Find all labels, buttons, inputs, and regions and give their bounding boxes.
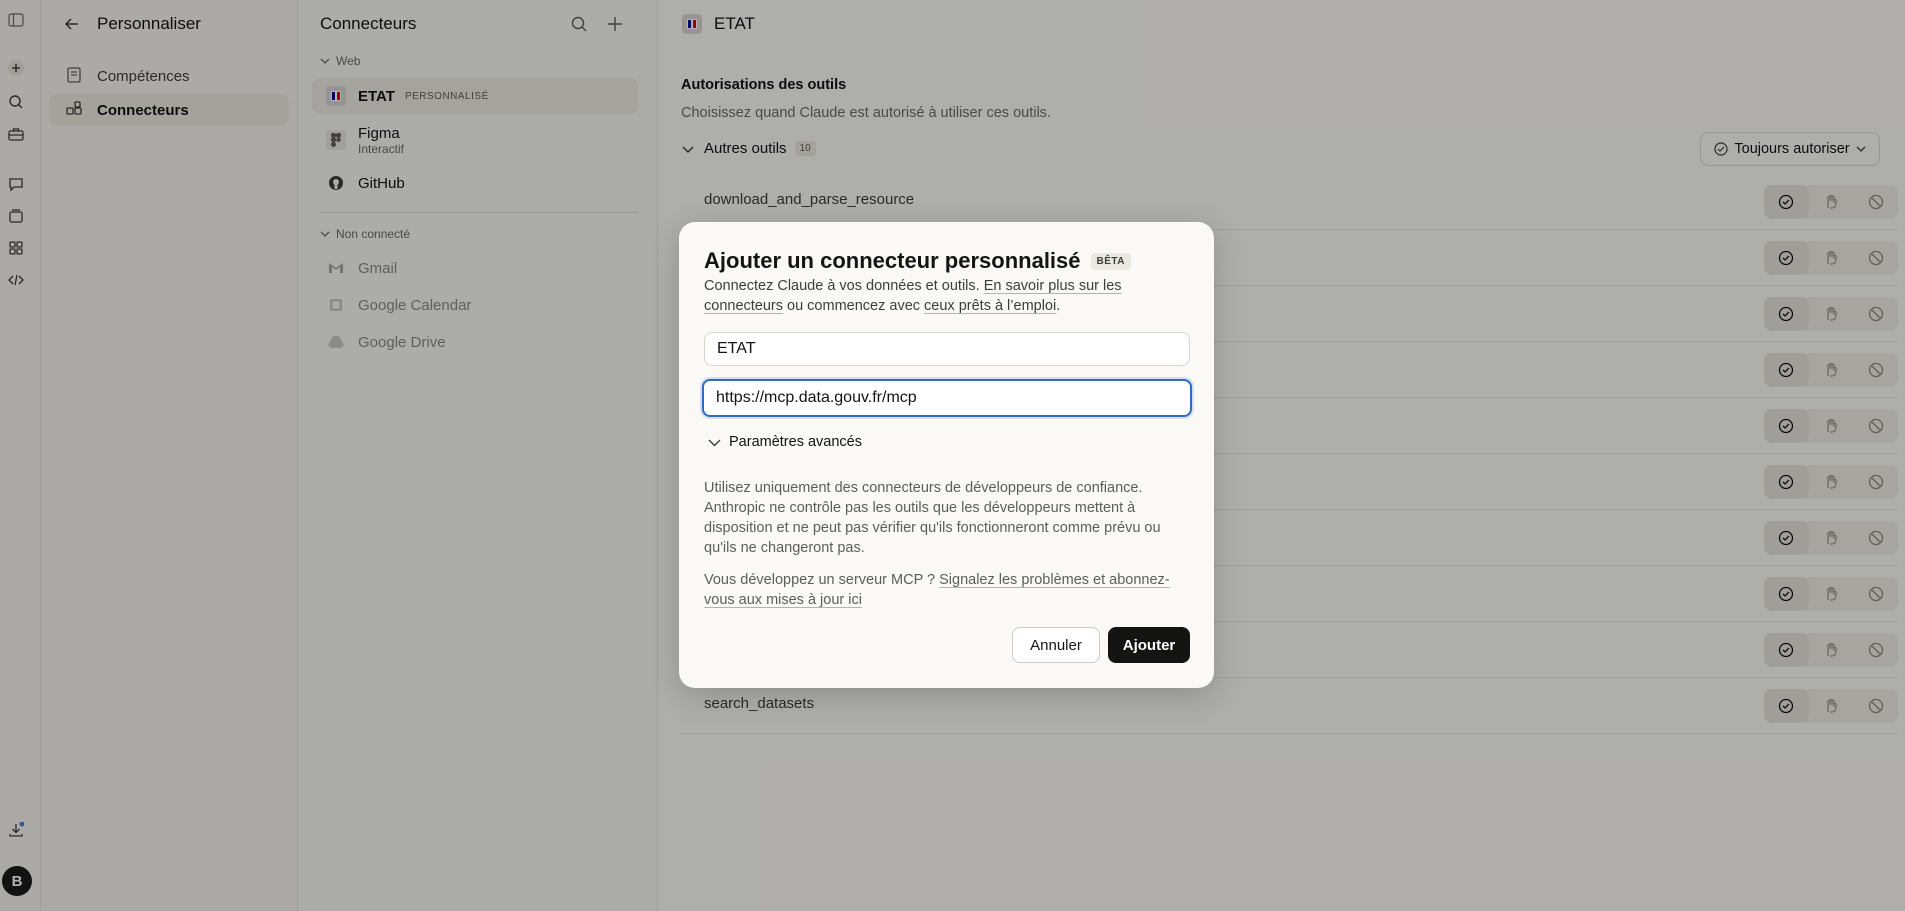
beta-badge: BÊTA bbox=[1090, 252, 1131, 270]
trust-warning: Utilisez uniquement des connecteurs de d… bbox=[704, 480, 1161, 556]
connector-url-field[interactable] bbox=[702, 379, 1192, 417]
ready-made-link[interactable]: ceux prêts à l’emploi bbox=[924, 298, 1056, 314]
desc-text: Connectez Claude à vos données et outils… bbox=[704, 278, 984, 294]
connector-name-field[interactable] bbox=[704, 332, 1190, 366]
developer-note: Vous développez un serveur MCP ? Signale… bbox=[704, 570, 1194, 610]
advanced-settings-toggle[interactable]: Paramètres avancés bbox=[708, 434, 862, 450]
desc-text: ou commencez avec bbox=[783, 298, 925, 314]
add-connector-dialog: Ajouter un connecteur personnalisé BÊTA … bbox=[679, 222, 1214, 688]
advanced-settings-label: Paramètres avancés bbox=[729, 434, 862, 450]
add-button[interactable]: Ajouter bbox=[1108, 627, 1190, 663]
cancel-button[interactable]: Annuler bbox=[1012, 627, 1100, 663]
dev-text: Vous développez un serveur MCP ? bbox=[704, 572, 940, 588]
dialog-description: Connectez Claude à vos données et outils… bbox=[704, 276, 1174, 316]
chevron-down-icon bbox=[708, 439, 721, 446]
desc-text: . bbox=[1056, 298, 1061, 314]
dialog-title-text: Ajouter un connecteur personnalisé bbox=[704, 248, 1081, 273]
dialog-title: Ajouter un connecteur personnalisé BÊTA bbox=[704, 248, 1131, 274]
